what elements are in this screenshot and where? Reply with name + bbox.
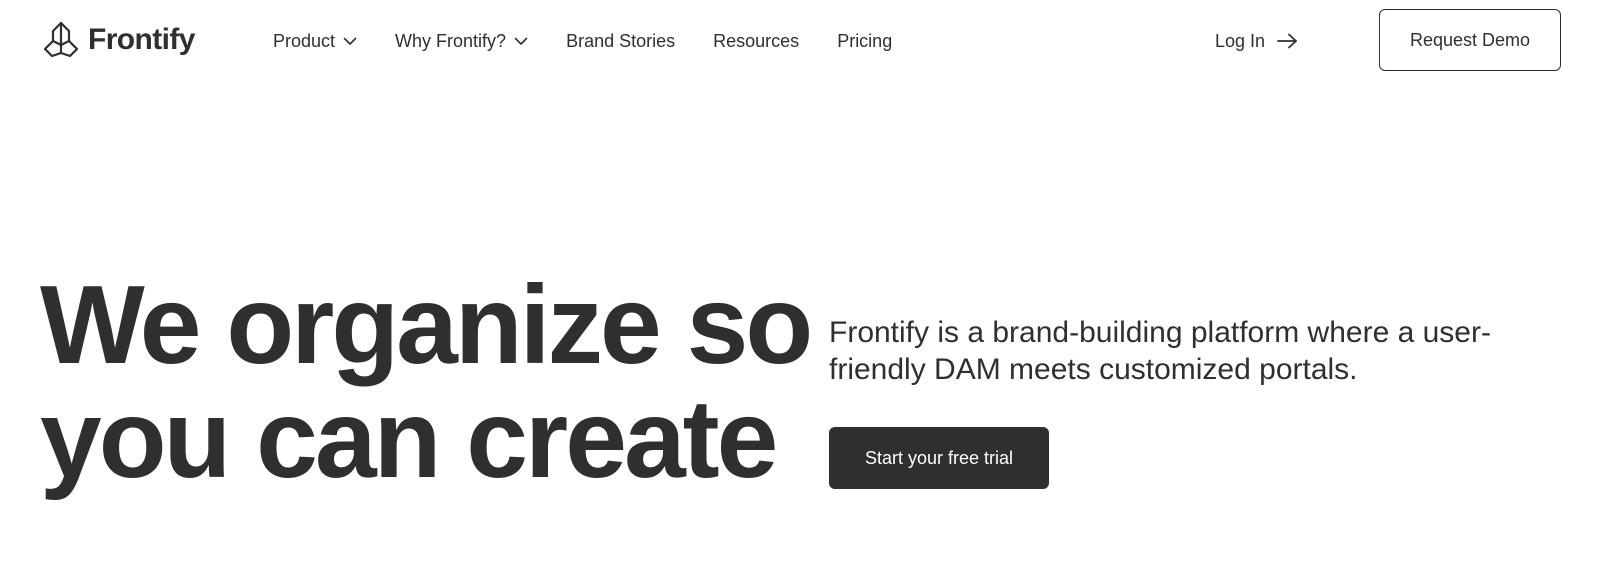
nav-item-product[interactable]: Product <box>273 26 357 56</box>
nav-item-label: Resources <box>713 31 800 51</box>
nav-item-brand-stories[interactable]: Brand Stories <box>566 26 675 56</box>
nav-item-label: Pricing <box>837 31 893 51</box>
logo-link[interactable]: Frontify <box>42 20 195 60</box>
nav-item-label: Product <box>273 31 336 51</box>
nav-item-why-frontify[interactable]: Why Frontify? <box>395 26 528 56</box>
start-free-trial-button[interactable]: Start your free trial <box>829 427 1049 489</box>
hero-description: Frontify is a brand-building platform wh… <box>829 316 1491 386</box>
arrow-right-icon <box>1277 33 1297 49</box>
request-demo-button[interactable]: Request Demo <box>1379 9 1561 71</box>
login-link[interactable]: Log In <box>1215 26 1298 56</box>
login-label: Log In <box>1215 30 1266 51</box>
site-header: Frontify Product Why Frontify? Brand Sto… <box>0 0 1600 82</box>
nav-item-pricing[interactable]: Pricing <box>837 26 892 56</box>
logo-text: Frontify <box>88 23 195 56</box>
nav-item-label: Why Frontify? <box>395 31 507 51</box>
chevron-down-icon <box>343 37 357 45</box>
hero-headline-line-1: We organize so <box>40 263 813 387</box>
frontify-logo-icon <box>43 21 79 58</box>
hero-headline: We organize so you can create <box>40 268 820 496</box>
chevron-down-icon <box>514 37 528 45</box>
main-nav: Product Why Frontify? Brand Stories Reso… <box>273 26 892 56</box>
page: Frontify Product Why Frontify? Brand Sto… <box>0 0 1600 565</box>
hero-headline-line-2: you can create <box>40 377 778 501</box>
nav-item-resources[interactable]: Resources <box>713 26 799 56</box>
nav-item-label: Brand Stories <box>566 31 676 51</box>
